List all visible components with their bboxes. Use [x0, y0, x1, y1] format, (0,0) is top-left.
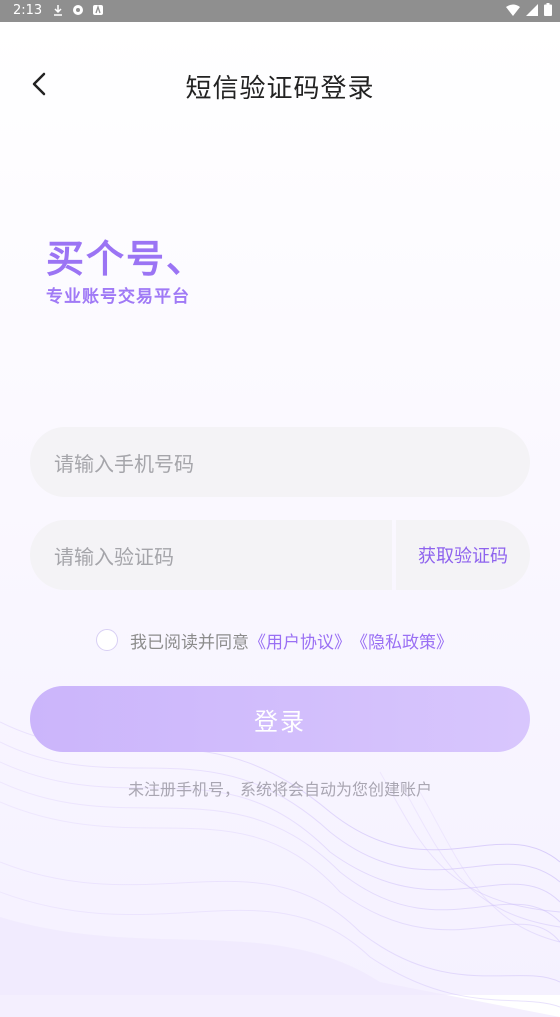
phone-input[interactable]: 请输入手机号码	[30, 427, 530, 497]
nav-bar: 短信验证码登录	[0, 22, 560, 142]
status-time: 2:13	[13, 3, 43, 18]
battery-icon	[544, 3, 552, 16]
brand-logo-text: 买个号、	[46, 237, 207, 281]
privacy-policy-link[interactable]: 《隐私政策》	[351, 628, 453, 653]
download-icon	[54, 5, 62, 16]
user-agreement-link[interactable]: 《用户协议》	[249, 628, 351, 653]
shield-icon	[73, 5, 83, 15]
a-icon	[93, 4, 103, 15]
login-button[interactable]: 登录	[30, 686, 530, 752]
page-title: 短信验证码登录	[185, 74, 375, 104]
code-placeholder: 请输入验证码	[54, 544, 174, 569]
page-background	[0, 22, 560, 1017]
brand-tagline: 专业账号交易平台	[46, 287, 190, 307]
agreement-prefix: 我已阅读并同意	[130, 632, 249, 653]
status-bar: 2:13	[0, 0, 560, 22]
get-code-button[interactable]: 获取验证码	[396, 520, 530, 590]
phone-placeholder: 请输入手机号码	[54, 451, 194, 476]
code-input[interactable]: 请输入验证码	[30, 520, 392, 590]
auto-register-hint: 未注册手机号，系统将会自动为您创建账户	[127, 780, 432, 799]
signal-icon	[526, 3, 538, 16]
wifi-icon	[506, 4, 520, 16]
agree-checkbox[interactable]	[96, 629, 118, 651]
agreement-row: 我已阅读并同意 《用户协议》 《隐私政策》	[96, 626, 453, 654]
